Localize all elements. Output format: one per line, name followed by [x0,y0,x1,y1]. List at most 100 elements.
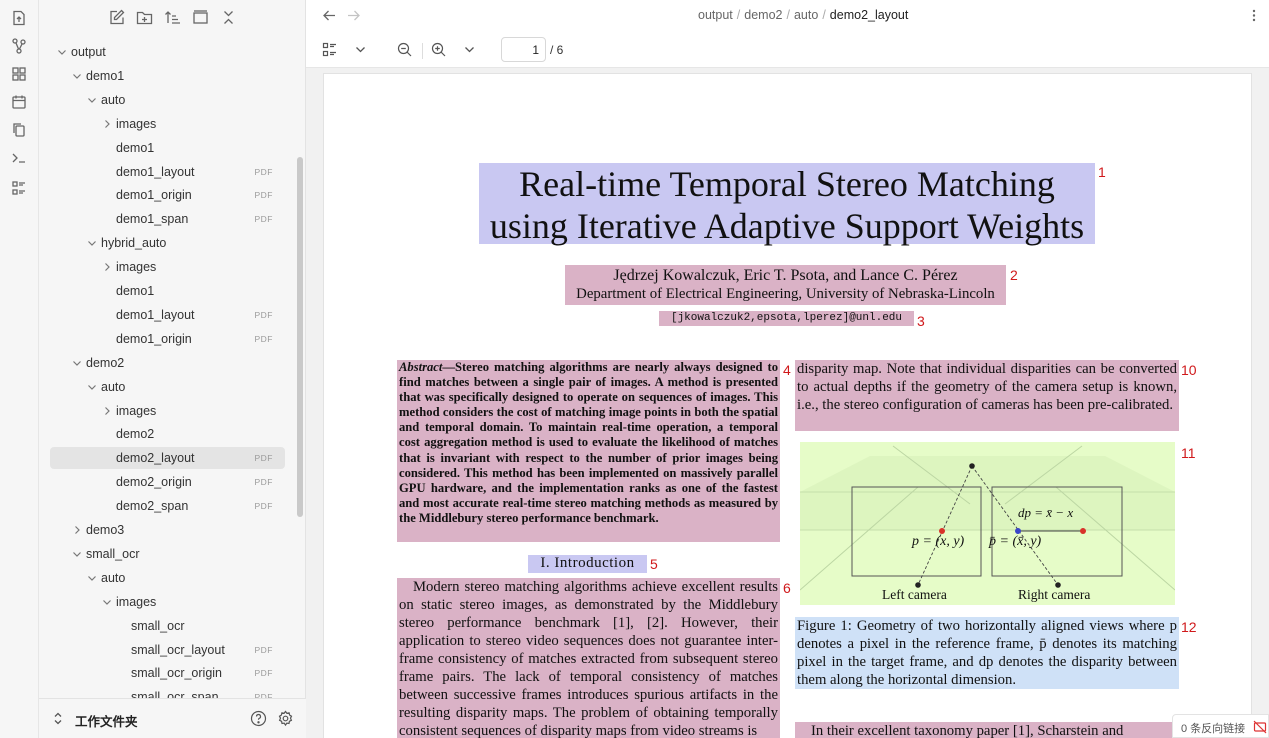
more-options-icon[interactable] [1251,8,1257,23]
sidebar-toolbar [39,0,306,36]
tree-file-item[interactable]: demo2_origin PDF [50,471,285,493]
tree-folder-item[interactable]: images [50,591,285,613]
sidebar-scrollbar[interactable] [297,157,303,517]
page-number-input[interactable] [501,37,546,62]
tree-folder-item[interactable]: images [50,400,285,422]
tree-file-item[interactable]: small_ocr_origin PDF [50,662,285,684]
layout-label: 1 [1098,164,1106,180]
tree-file-item[interactable]: demo1_origin PDF [50,328,285,350]
tree-folder-item[interactable]: demo1 [50,65,285,87]
chevron-right-icon[interactable] [101,405,113,417]
layout-label: 4 [783,362,791,378]
calendar-icon[interactable] [11,94,27,110]
file-sidebar: output demo1 auto images demo1 demo1_layout PD… [39,0,306,738]
breadcrumb-item[interactable]: auto [794,8,818,22]
copy-icon[interactable] [11,122,27,138]
tree-item-label: demo2 [116,427,155,442]
zoom-out-icon[interactable] [397,42,412,57]
tree-file-item[interactable]: small_ocr_layout PDF [50,639,285,661]
chevron-down-icon[interactable] [56,46,68,58]
tree-file-item[interactable]: small_ocr_span PDF [50,686,285,698]
tree-file-item[interactable]: demo1_span PDF [50,208,285,230]
tree-item-label: demo1_origin [116,188,192,203]
sidebar-thumbnails-icon[interactable] [322,42,337,57]
tree-file-item[interactable]: demo1_layout PDF [50,161,285,183]
tree-item-label: auto [101,379,126,394]
abstract-text: —Stereo matching algorithms are nearly a… [399,360,778,525]
collapse-all-icon[interactable] [220,9,237,26]
chevron-right-icon[interactable] [101,118,113,130]
tree-file-item[interactable]: demo1_layout PDF [50,304,285,326]
chevron-right-icon[interactable] [101,261,113,273]
pdf-viewer[interactable]: Real-time Temporal Stereo Matching using… [306,68,1269,738]
workspace-label[interactable]: 工作文件夹 [75,711,138,730]
intro-paragraph: Modern stereo matching algorithms achiev… [397,578,780,738]
tree-folder-item[interactable]: auto [50,89,285,111]
stereo-geometry-figure: p = (x, y) p̄ = (x̄, y) dp = x̄ − x Left… [800,442,1175,605]
tree-folder-item[interactable]: images [50,256,285,278]
settings-gear-icon[interactable] [277,710,294,727]
tree-folder-item[interactable]: auto [50,376,285,398]
chevron-right-icon[interactable] [71,524,83,536]
chevron-down-icon[interactable] [86,381,98,393]
zoom-dropdown-icon[interactable] [462,42,477,57]
right-camera-label: Right camera [1018,587,1091,602]
chevron-down-icon[interactable] [86,94,98,106]
tree-folder-item[interactable]: images [50,113,285,135]
breadcrumb-item[interactable]: demo2 [744,8,782,22]
terminal-icon[interactable] [11,150,27,166]
new-folder-icon[interactable] [136,9,153,26]
layout-label: 2 [1010,267,1018,283]
tree-item-label: small_ocr [131,618,185,633]
tree-item-label: small_ocr [86,546,140,561]
chevron-down-icon[interactable] [86,572,98,584]
tree-item-label: images [116,403,157,418]
tree-file-item[interactable]: demo2_layout PDF [50,447,285,470]
chevron-down-icon[interactable] [71,548,83,560]
page-total: / 6 [550,43,564,57]
workspace-switch-icon[interactable] [52,710,64,727]
title-block: Real-time Temporal Stereo Matching using… [479,163,1095,246]
tree-file-item[interactable]: demo1_origin PDF [50,184,285,206]
tree-folder-item[interactable]: demo1 [50,137,285,159]
outline-icon[interactable] [11,180,27,196]
tree-folder-item[interactable]: small_ocr [50,615,285,637]
chevron-down-icon[interactable] [86,237,98,249]
backlinks-status[interactable]: 0 条反向链接 [1172,714,1269,738]
dashboard-icon[interactable] [11,66,27,82]
file-tree-icon[interactable] [11,10,27,26]
activity-bar [0,0,39,738]
new-note-icon[interactable] [108,9,125,26]
tree-folder-item[interactable]: output [50,41,285,63]
help-icon[interactable] [250,710,267,727]
thumbnails-dropdown-icon[interactable] [353,42,368,57]
backlinks-count: 0 条反向链接 [1181,723,1246,735]
tree-file-item[interactable]: demo2_span PDF [50,495,285,517]
file-type-badge: PDF [254,190,273,201]
tree-folder-item[interactable]: small_ocr [50,543,285,565]
chevron-down-icon[interactable] [71,357,83,369]
tree-folder-item[interactable]: demo3 [50,519,285,541]
tree-item-label: auto [101,570,126,585]
tree-folder-item[interactable]: demo2 [50,352,285,374]
forward-arrow-icon[interactable] [346,8,361,23]
tree-folder-item[interactable]: auto [50,567,285,589]
chevron-down-icon[interactable] [71,70,83,82]
tree-folder-item[interactable]: demo2 [50,423,285,445]
layout-label: 6 [783,580,791,596]
chevron-down-icon[interactable] [101,596,113,608]
tree-item-label: images [116,116,157,131]
left-camera-label: Left camera [882,587,947,602]
tree-item-label: demo2_layout [116,451,195,466]
back-arrow-icon[interactable] [322,8,337,23]
breadcrumb-item[interactable]: output [698,8,733,22]
graph-icon[interactable] [11,38,27,54]
file-type-badge: PDF [254,453,273,464]
zoom-in-icon[interactable] [431,42,446,57]
tree-item-label: demo1_span [116,212,189,227]
breadcrumb-current: demo2_layout [829,8,909,22]
collapse-view-icon[interactable] [192,9,209,26]
sort-icon[interactable] [164,9,181,26]
tree-folder-item[interactable]: demo1 [50,280,285,302]
tree-folder-item[interactable]: hybrid_auto [50,232,285,254]
